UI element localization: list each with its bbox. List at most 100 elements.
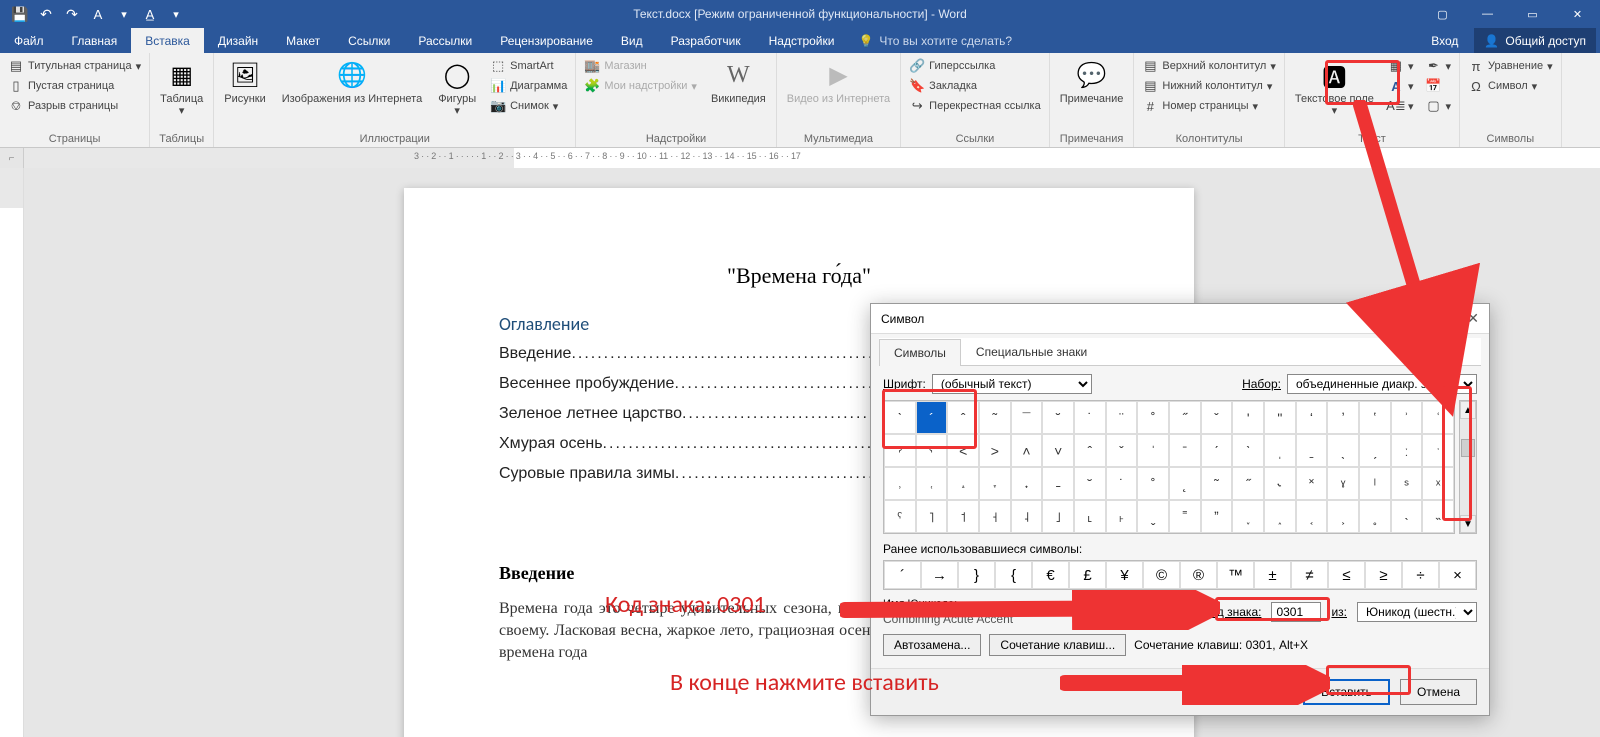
code-input[interactable] [1271, 602, 1321, 622]
symbol-cell[interactable]: ˳ [1359, 500, 1391, 533]
symbol-cell[interactable]: ˜ [1201, 467, 1233, 500]
cancel-button[interactable]: Отмена [1400, 679, 1477, 705]
save-icon[interactable]: 💾 [8, 4, 32, 24]
crossref-button[interactable]: ↪Перекрестная ссылка [907, 97, 1043, 115]
scroll-thumb[interactable] [1461, 439, 1475, 457]
symbol-cell[interactable]: ˕ [979, 467, 1011, 500]
symbol-cell[interactable]: ˝ [1169, 401, 1201, 434]
symbol-cell[interactable]: ˑ [1422, 434, 1454, 467]
grid-scrollbar[interactable]: ▲ ▼ [1459, 400, 1477, 534]
symbol-cell[interactable]: ˫ [1106, 500, 1138, 533]
subset-select[interactable]: объединенные диакр. знаки [1287, 374, 1477, 394]
symbol-cell[interactable]: ˀ [884, 434, 916, 467]
recent-symbol-cell[interactable]: ® [1180, 561, 1217, 589]
datetime-button[interactable]: 📅 [1423, 77, 1453, 95]
symbol-cell[interactable]: ˤ [884, 500, 916, 533]
recent-symbol-cell[interactable]: → [921, 561, 958, 589]
recent-symbol-cell[interactable]: £ [1069, 561, 1106, 589]
recent-symbol-cell[interactable]: ≥ [1365, 561, 1402, 589]
more-icon[interactable]: ▾ [164, 4, 188, 24]
recent-symbol-cell[interactable]: ¥ [1106, 561, 1143, 589]
recent-symbol-cell[interactable]: ± [1254, 561, 1291, 589]
symbol-cell[interactable]: ˈ [1137, 434, 1169, 467]
autocorrect-button[interactable]: Автозамена... [883, 634, 981, 656]
symbol-cell[interactable]: ˯ [1232, 500, 1264, 533]
redo-icon[interactable]: ↷ [60, 4, 84, 24]
tab-addins[interactable]: Надстройки [755, 28, 849, 53]
chart-button[interactable]: 📊Диаграмма [488, 77, 569, 95]
symbol-cell[interactable]: ˜ [979, 401, 1011, 434]
tell-me-search[interactable]: 💡 Что вы хотите сделать? [848, 28, 1022, 53]
symbol-cell[interactable]: ˮ [1201, 500, 1233, 533]
symbol-cell[interactable]: ˨ [1011, 500, 1043, 533]
symbol-cell[interactable]: ˔ [947, 467, 979, 500]
symbol-cell[interactable]: ˟ [1296, 467, 1328, 500]
recent-symbol-cell[interactable]: ≤ [1328, 561, 1365, 589]
equation-button[interactable]: πУравнение ▾ [1466, 57, 1555, 75]
symbol-cell[interactable]: ˋ [884, 401, 916, 434]
recent-symbol-cell[interactable]: { [995, 561, 1032, 589]
symbol-cell[interactable]: ˙ [1106, 467, 1138, 500]
symbol-cell[interactable]: ˆ [1074, 434, 1106, 467]
symbol-cell[interactable]: ˝ [1232, 467, 1264, 500]
close-icon[interactable]: ✕ [1467, 310, 1479, 327]
font-color-icon[interactable]: A [86, 4, 110, 24]
symbol-cell[interactable]: ˪ [1074, 500, 1106, 533]
symbol-cell[interactable]: ˣ [1422, 467, 1454, 500]
signature-button[interactable]: ✒▾ [1423, 57, 1453, 75]
from-select[interactable]: Юникод (шестн.) [1357, 602, 1477, 622]
page-break-button[interactable]: ⎊Разрыв страницы [6, 97, 143, 115]
hyperlink-button[interactable]: 🔗Гиперссылка [907, 57, 1043, 75]
tab-design[interactable]: Дизайн [204, 28, 272, 53]
tab-developer[interactable]: Разработчик [657, 28, 755, 53]
maximize-icon[interactable]: ▭ [1510, 0, 1555, 28]
help-icon[interactable]: ? [1443, 310, 1451, 327]
symbol-cell[interactable]: ˩ [1042, 500, 1074, 533]
symbol-cell[interactable]: ˞ [1264, 467, 1296, 500]
online-pictures-button[interactable]: 🌐Изображения из Интернета [278, 57, 426, 107]
table-button[interactable]: ▦ Таблица▾ [156, 57, 207, 119]
symbol-cell[interactable]: ˙ [1074, 401, 1106, 434]
header-button[interactable]: ▤Верхний колонтитул ▾ [1140, 57, 1277, 75]
tab-symbols[interactable]: Символы [879, 339, 961, 366]
scroll-up-icon[interactable]: ▲ [1460, 401, 1476, 419]
symbol-cell[interactable]: ˛ [1169, 467, 1201, 500]
tab-view[interactable]: Вид [607, 28, 657, 53]
symbol-cell[interactable]: ˇ [1201, 401, 1233, 434]
symbol-cell[interactable]: ʼ [1327, 401, 1359, 434]
horizontal-ruler[interactable]: 3 · · 2 · · 1 · · · · · 1 · · 2 · · 3 · … [24, 148, 1600, 168]
comment-button[interactable]: 💬Примечание [1056, 57, 1128, 107]
symbol-cell[interactable]: ʺ [1264, 401, 1296, 434]
symbol-cell[interactable]: ˅ [1042, 434, 1074, 467]
symbol-cell[interactable]: ˭ [1169, 500, 1201, 533]
share-button[interactable]: 👤 Общий доступ [1474, 28, 1596, 53]
screenshot-button[interactable]: 📷Снимок ▾ [488, 97, 569, 115]
symbol-cell[interactable]: ˗ [1042, 467, 1074, 500]
recent-symbol-cell[interactable]: © [1143, 561, 1180, 589]
symbol-cell[interactable]: ˉ [1169, 434, 1201, 467]
symbol-cell[interactable]: ˦ [947, 500, 979, 533]
dialog-title-bar[interactable]: Символ ? ✕ [871, 304, 1489, 334]
symbol-cell[interactable]: ʽ [1359, 401, 1391, 434]
symbol-cell[interactable]: ʹ [1232, 401, 1264, 434]
bookmark-button[interactable]: 🔖Закладка [907, 77, 1043, 95]
symbol-cell[interactable]: ˓ [916, 467, 948, 500]
symbol-cell[interactable]: ˠ [1327, 467, 1359, 500]
symbol-cell[interactable]: ˇ [1106, 434, 1138, 467]
symbol-cell[interactable]: ˏ [1359, 434, 1391, 467]
recent-symbol-cell[interactable]: × [1439, 561, 1476, 589]
symbol-cell[interactable]: ¯ [1011, 401, 1043, 434]
recent-symbol-cell[interactable]: ™ [1217, 561, 1254, 589]
symbol-cell[interactable]: ʿ [1422, 401, 1454, 434]
pagenumber-button[interactable]: #Номер страницы ▾ [1140, 97, 1277, 115]
pictures-button[interactable]: 🖼Рисунки [220, 57, 270, 107]
smartart-button[interactable]: ⬚SmartArt [488, 57, 569, 75]
footer-button[interactable]: ▤Нижний колонтитул ▾ [1140, 77, 1277, 95]
symbol-cell[interactable]: ː [1391, 434, 1423, 467]
symbol-cell[interactable]: ˋ [1232, 434, 1264, 467]
symbol-cell[interactable]: ˄ [1011, 434, 1043, 467]
symbol-cell[interactable]: ˰ [1264, 500, 1296, 533]
recent-symbol-cell[interactable]: ÷ [1402, 561, 1439, 589]
ribbon-options-icon[interactable]: ▢ [1420, 0, 1465, 28]
symbol-cell[interactable]: ˆ [947, 401, 979, 434]
